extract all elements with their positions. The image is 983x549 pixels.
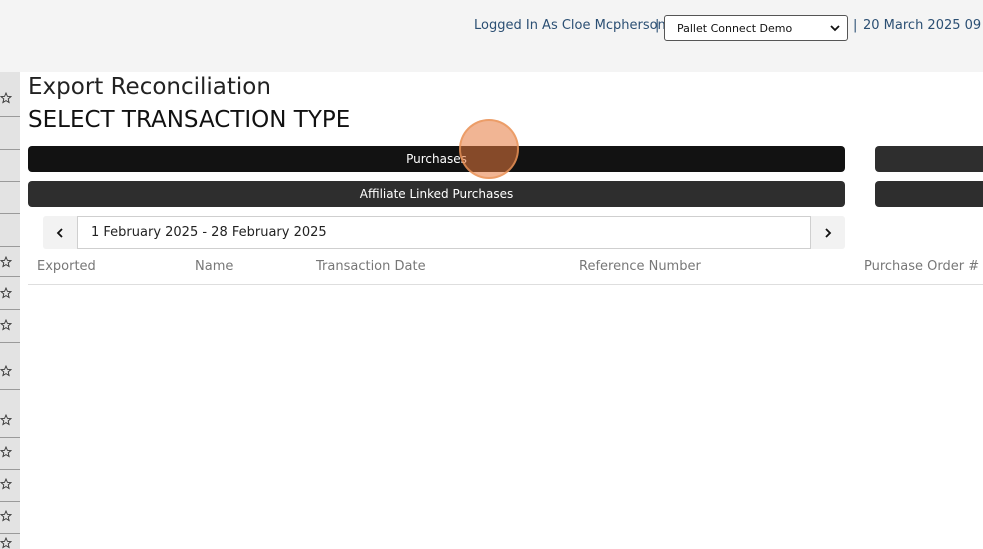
sidebar-item[interactable] [0,534,20,549]
star-outline-icon[interactable] [0,365,12,377]
separator: | [853,18,858,33]
purchases-button-label: Purchases [406,152,467,166]
table-header: Exported Name Transaction Date Reference… [28,249,983,285]
sidebar-item[interactable] [0,343,20,390]
sidebar-item[interactable] [0,438,20,470]
star-outline-icon[interactable] [0,478,12,490]
chevron-left-icon [56,227,63,238]
chevron-down-icon [830,25,840,32]
main-content: Export Reconciliation SELECT TRANSACTION… [20,72,983,549]
company-select[interactable]: Pallet Connect Demo [664,15,848,41]
star-outline-icon[interactable] [0,510,12,522]
transaction-type-button[interactable] [875,181,983,207]
top-bar: Logged In As Cloe Mcpherson | Pallet Con… [0,0,983,72]
sidebar-item[interactable] [0,72,20,117]
column-header-exported[interactable]: Exported [37,259,96,274]
sidebar-item[interactable] [0,390,20,438]
separator: | [655,18,660,33]
column-header-reference-number[interactable]: Reference Number [579,259,701,274]
column-header-name[interactable]: Name [195,259,233,274]
chevron-right-icon [825,227,832,238]
star-outline-icon[interactable] [0,319,12,331]
column-header-purchase-order[interactable]: Purchase Order # [864,259,979,274]
star-outline-icon[interactable] [0,414,12,426]
affiliate-linked-purchases-label: Affiliate Linked Purchases [359,187,514,201]
sidebar-item[interactable] [0,470,20,502]
sidebar-item[interactable] [0,150,20,182]
purchases-button[interactable]: Purchases [28,146,845,172]
current-date: 20 March 2025 09 [863,18,982,33]
sidebar-item[interactable] [0,247,20,277]
sidebar-item[interactable] [0,117,20,150]
column-header-transaction-date[interactable]: Transaction Date [316,259,426,274]
star-outline-icon[interactable] [0,287,12,299]
sidebar-item[interactable] [0,277,20,310]
sidebar-item[interactable] [0,502,20,534]
transaction-type-button[interactable] [875,146,983,172]
date-range-value: 1 February 2025 - 28 February 2025 [91,225,327,240]
section-heading: SELECT TRANSACTION TYPE [28,107,351,133]
date-range-input[interactable]: 1 February 2025 - 28 February 2025 [77,216,811,249]
previous-period-button[interactable] [43,216,77,249]
logged-in-user: Logged In As Cloe Mcpherson [474,18,666,33]
sidebar-item[interactable] [0,310,20,343]
star-outline-icon[interactable] [0,537,12,549]
sidebar [0,72,21,549]
page-title: Export Reconciliation [28,74,271,100]
date-range-navigator: 1 February 2025 - 28 February 2025 [43,216,845,249]
sidebar-item[interactable] [0,214,20,247]
next-period-button[interactable] [811,216,845,249]
star-outline-icon[interactable] [0,92,12,104]
sidebar-item[interactable] [0,182,20,214]
affiliate-linked-purchases-button[interactable]: Affiliate Linked Purchases [28,181,845,207]
star-outline-icon[interactable] [0,256,12,268]
star-outline-icon[interactable] [0,446,12,458]
company-select-value: Pallet Connect Demo [677,21,793,35]
